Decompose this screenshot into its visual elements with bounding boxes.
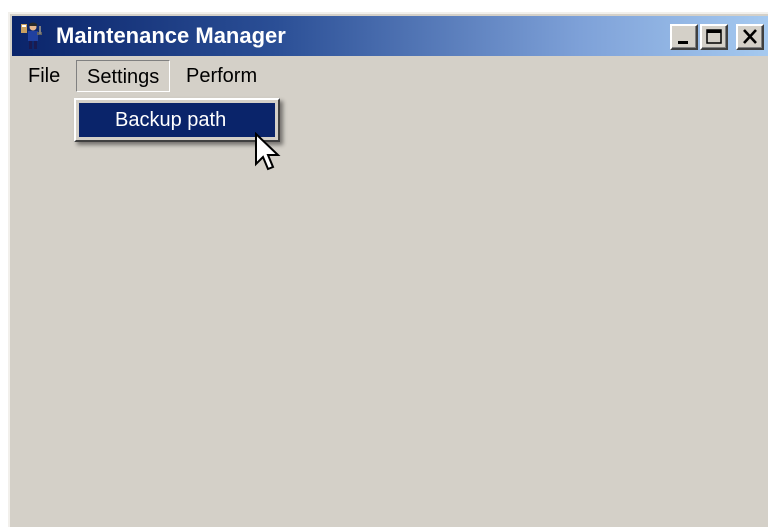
menu-settings[interactable]: Settings	[76, 60, 171, 92]
menu-perform[interactable]: Perform	[178, 60, 265, 92]
menu-file[interactable]: File	[20, 60, 68, 92]
minimize-button[interactable]	[670, 24, 698, 50]
maintenance-worker-icon	[20, 22, 44, 50]
window-title: Maintenance Manager	[56, 23, 286, 48]
app-window: Maintenance Manager File Settings Perfor…	[8, 12, 768, 527]
menu-bar: File Settings Perform	[12, 58, 768, 94]
title-bar[interactable]: Maintenance Manager	[12, 16, 768, 56]
mouse-pointer-icon	[254, 131, 284, 176]
maximize-button[interactable]	[700, 24, 728, 50]
menu-item-backup-path[interactable]: Backup path	[79, 103, 275, 137]
close-button[interactable]	[736, 24, 764, 50]
settings-dropdown-menu: Backup path	[74, 98, 280, 142]
